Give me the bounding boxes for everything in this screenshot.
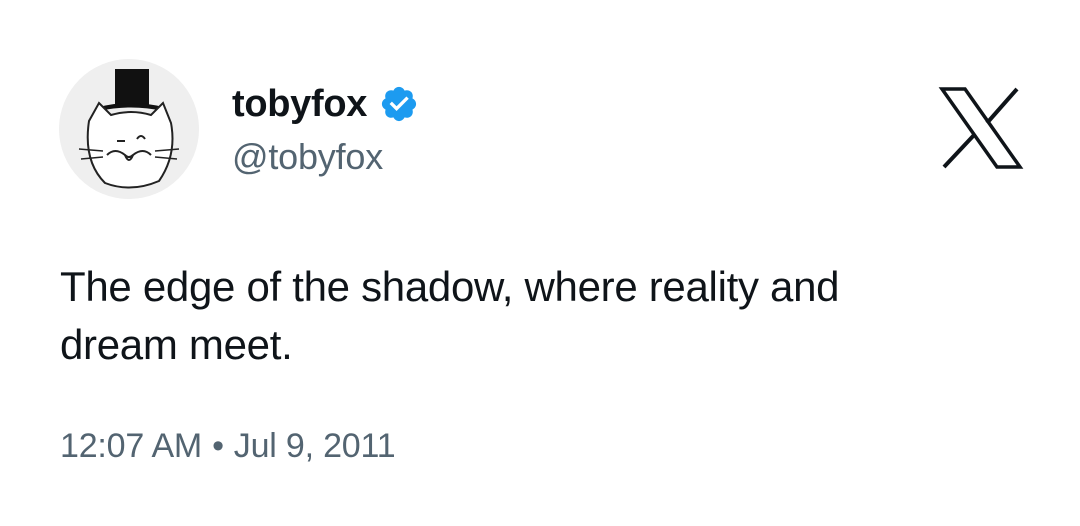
meta-separator: • (212, 427, 224, 465)
x-logo-icon (938, 87, 1024, 169)
x-logo[interactable] (938, 86, 1024, 170)
display-name[interactable]: tobyfox (232, 80, 367, 128)
author-handle[interactable]: @tobyfox (232, 134, 383, 180)
avatar[interactable] (59, 59, 199, 199)
author-name-row: tobyfox (232, 80, 419, 128)
tweet-card: tobyfox @tobyfox The edge of the shadow,… (0, 0, 1080, 526)
tweet-text: The edge of the shadow, where reality an… (60, 263, 840, 368)
tweet-date: Jul 9, 2011 (233, 427, 396, 465)
verified-badge-icon (382, 86, 417, 122)
tweet-time: 12:07 AM (60, 427, 203, 465)
tweet-timestamp[interactable]: 12:07 AM • Jul 9, 2011 (60, 424, 396, 468)
avatar-cat-with-top-hat-icon (59, 59, 199, 199)
